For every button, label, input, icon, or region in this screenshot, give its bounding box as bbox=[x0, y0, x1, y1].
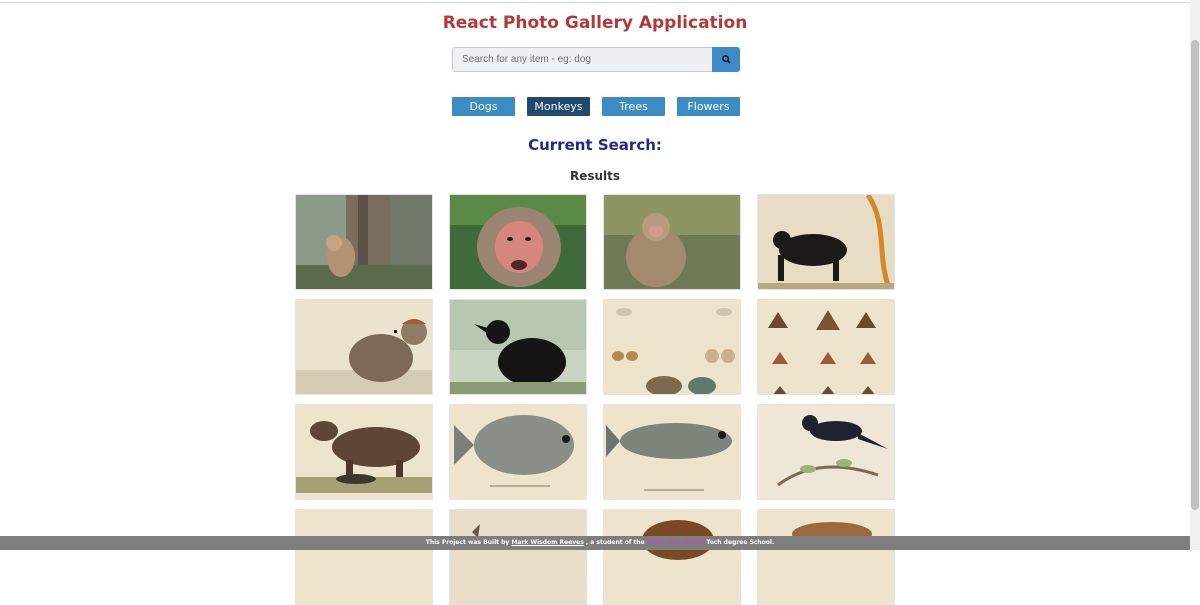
photo-macaque-face[interactable] bbox=[449, 194, 587, 290]
scrollbar-thumb[interactable] bbox=[1191, 40, 1199, 510]
photo-shells-plate[interactable] bbox=[603, 299, 741, 395]
photo-black-bird-illustration[interactable] bbox=[449, 299, 587, 395]
photo-snail-shells-plate[interactable] bbox=[757, 299, 895, 395]
photo-black-monkey-illustration[interactable] bbox=[757, 194, 895, 290]
footer-prefix: This Project was Built by bbox=[425, 539, 510, 546]
author-link[interactable]: Mark Wisdom Reeves bbox=[511, 539, 583, 546]
scrollbar[interactable] bbox=[1190, 0, 1200, 550]
photo-monkey-on-tree[interactable] bbox=[295, 194, 433, 290]
photo-sitting-macaque[interactable] bbox=[603, 194, 741, 290]
app-root: React Photo Gallery Application Dogs Mon… bbox=[0, 0, 1190, 605]
school-name[interactable]: Team Tree House bbox=[647, 539, 704, 546]
photo-row4-item4[interactable] bbox=[757, 509, 895, 605]
footer-bar: This Project was Built by Mark Wisdom Re… bbox=[0, 536, 1200, 550]
photo-fish-illustration[interactable] bbox=[449, 404, 587, 500]
photo-tapir-illustration[interactable] bbox=[295, 404, 433, 500]
photo-row4-item3[interactable] bbox=[603, 509, 741, 605]
photo-gallery bbox=[0, 0, 1190, 605]
footer-middle: , a student of the bbox=[585, 539, 645, 546]
photo-bird-illustration[interactable] bbox=[295, 299, 433, 395]
footer-suffix: Tech degree School. bbox=[706, 539, 775, 546]
photo-bird-on-branch-illustration[interactable] bbox=[757, 404, 895, 500]
photo-row4-item2[interactable] bbox=[449, 509, 587, 605]
photo-spotted-fish-illustration[interactable] bbox=[603, 404, 741, 500]
photo-row4-item1[interactable] bbox=[295, 509, 433, 605]
